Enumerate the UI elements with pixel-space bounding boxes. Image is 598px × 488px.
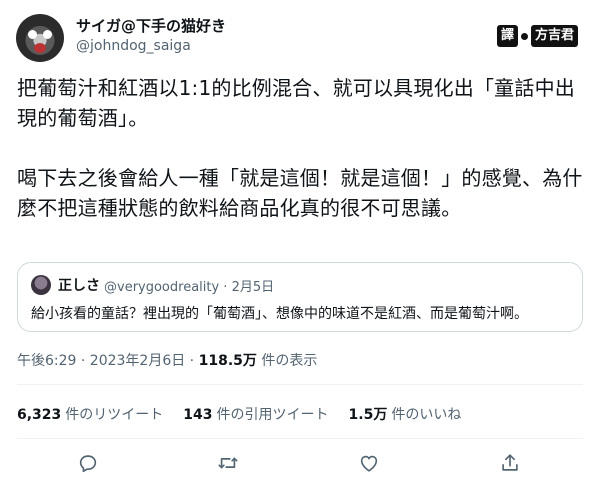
tweet-timestamp[interactable]: 午後6:29 · 2023年2月6日 · — [17, 353, 199, 369]
translator-name: 方吉君 — [530, 25, 578, 47]
quote-text: 給小孩看的童話？裡出現的「葡萄酒」、想像中的味道不是紅酒、而是葡萄汁啊。 — [31, 306, 528, 322]
reply-icon — [79, 455, 97, 473]
quotes-count: 143 — [183, 407, 213, 423]
display-name[interactable]: サイガ@下手の猫好き — [76, 15, 226, 36]
retweet-icon — [218, 457, 238, 469]
quote-avatar[interactable] — [31, 275, 51, 295]
divider — [17, 438, 583, 439]
likes-stat[interactable]: 1.5万 件のいいね — [349, 404, 462, 424]
retweets-label: 件のリツイート — [65, 407, 164, 423]
divider — [17, 384, 583, 385]
avatar-eye — [28, 30, 37, 39]
quotes-stat[interactable]: 143 件の引用ツイート — [183, 404, 328, 424]
retweet-button[interactable] — [213, 448, 243, 478]
reply-button[interactable] — [73, 448, 103, 478]
avatar-eye — [43, 30, 52, 39]
translator-tag: 譯 — [496, 25, 518, 47]
tweet-header: サイガ@下手の猫好き @johndog_saiga 譯 方吉君 — [14, 10, 584, 66]
avatar-mouth — [34, 43, 46, 53]
quoted-tweet[interactable]: 正しさ @verygoodreality · 2月5日 給小孩看的童話？裡出現的… — [17, 262, 583, 332]
like-button[interactable] — [354, 448, 384, 478]
user-handle[interactable]: @johndog_saiga — [76, 38, 191, 54]
translator-credit: 譯 方吉君 — [496, 24, 578, 48]
views-label: 件の表示 — [256, 353, 318, 369]
quote-display-name: 正しさ — [58, 278, 100, 294]
quote-handle-date: @verygoodreality · 2月5日 — [104, 280, 275, 295]
tweet-stats: 6,323 件のリツイート 143 件の引用ツイート 1.5万 件のいいね — [17, 404, 461, 424]
action-bar — [17, 448, 583, 478]
views-count: 118.5万 — [198, 353, 257, 369]
quotes-label: 件の引用ツイート — [216, 407, 329, 423]
retweets-stat[interactable]: 6,323 件のリツイート — [17, 404, 163, 424]
translator-dot — [520, 32, 528, 40]
avatar[interactable] — [16, 14, 64, 62]
tweet-text: 把葡萄汁和紅酒以1:1的比例混合、就可以具現化出「童話中出現的葡萄酒」。 喝下去… — [17, 76, 583, 220]
share-button[interactable] — [495, 448, 525, 478]
like-icon — [360, 455, 378, 472]
likes-label: 件のいいね — [391, 407, 462, 423]
retweets-count: 6,323 — [17, 407, 62, 423]
likes-count: 1.5万 — [348, 407, 388, 423]
share-icon — [502, 454, 518, 471]
tweet-meta: 午後6:29 · 2023年2月6日 · 118.5万 件の表示 — [17, 350, 317, 370]
